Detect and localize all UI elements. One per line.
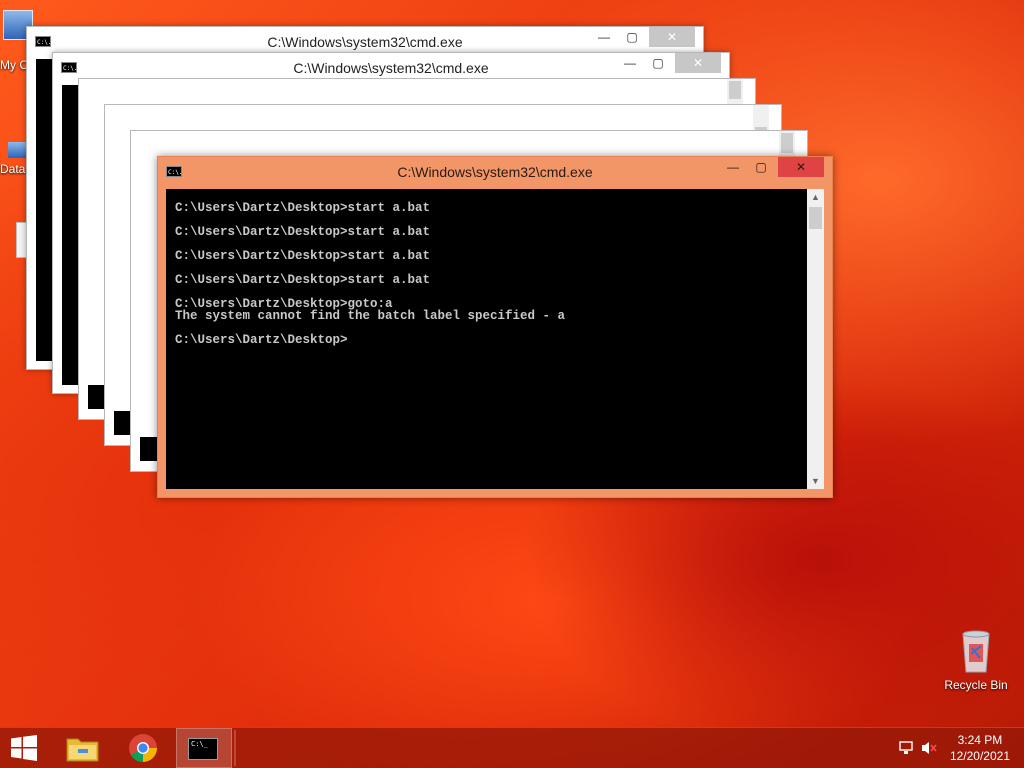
recycle-bin-icon (960, 630, 992, 674)
console-area[interactable] (36, 59, 52, 361)
taskbar-separator (234, 730, 236, 766)
scroll-up-arrow[interactable]: ▲ (807, 189, 824, 205)
console-line: The system cannot find the batch label s… (175, 309, 566, 323)
cmd-icon: C:\_ (188, 738, 218, 760)
titlebar[interactable]: C:\. C:\Windows\system32\cmd.exe — ▢ ✕ (158, 157, 832, 187)
recycle-bin-label: Recycle Bin (944, 678, 1008, 692)
scroll-thumb[interactable] (809, 207, 822, 229)
command-prompt-taskbar-button[interactable]: C:\_ (176, 728, 232, 768)
file-explorer-button[interactable] (56, 728, 112, 768)
clock-date: 12/20/2021 (949, 749, 1010, 763)
scroll-thumb[interactable] (781, 133, 793, 153)
windows-logo-icon (11, 735, 37, 761)
maximize-button[interactable]: ▢ (645, 53, 671, 73)
chrome-button[interactable] (116, 728, 172, 768)
close-button[interactable]: ✕ (675, 53, 721, 73)
system-clock[interactable]: 3:24 PM 12/20/2021 (950, 732, 1010, 764)
console-area[interactable]: C:\Users\Dartz\Desktop>start a.bat C:\Us… (166, 189, 807, 489)
clock-time: 3:24 PM (957, 733, 1003, 747)
maximize-button[interactable]: ▢ (619, 27, 645, 47)
minimize-button[interactable]: — (617, 53, 643, 73)
close-button[interactable]: ✕ (778, 157, 824, 177)
console-line: C:\Users\Dartz\Desktop>start a.bat (175, 225, 431, 239)
maximize-button[interactable]: ▢ (748, 157, 774, 177)
vertical-scrollbar[interactable]: ▲ ▼ (807, 189, 824, 489)
folder-icon (8, 142, 28, 158)
close-button[interactable]: ✕ (649, 27, 695, 47)
minimize-button[interactable]: — (720, 157, 746, 177)
recycle-bin[interactable]: Recycle Bin (940, 630, 1012, 692)
volume-muted-icon (922, 742, 937, 754)
console-line: C:\Users\Dartz\Desktop>start a.bat (175, 273, 431, 287)
network-icon (899, 741, 913, 754)
cmd-window-active[interactable]: C:\. C:\Windows\system32\cmd.exe — ▢ ✕ C… (157, 156, 833, 498)
minimize-button[interactable]: — (591, 27, 617, 47)
folder-icon (66, 738, 99, 762)
chrome-icon (129, 734, 157, 762)
taskbar: C:\_ 3:24 PM 12/20/2021 (0, 727, 1024, 768)
scroll-down-arrow[interactable]: ▼ (807, 473, 824, 489)
scroll-thumb[interactable] (729, 81, 741, 99)
console-prompt[interactable]: C:\Users\Dartz\Desktop> (175, 333, 348, 347)
console-line: C:\Users\Dartz\Desktop>start a.bat (175, 201, 431, 215)
console-line: C:\Users\Dartz\Desktop>start a.bat (175, 249, 431, 263)
start-button[interactable] (0, 728, 48, 768)
